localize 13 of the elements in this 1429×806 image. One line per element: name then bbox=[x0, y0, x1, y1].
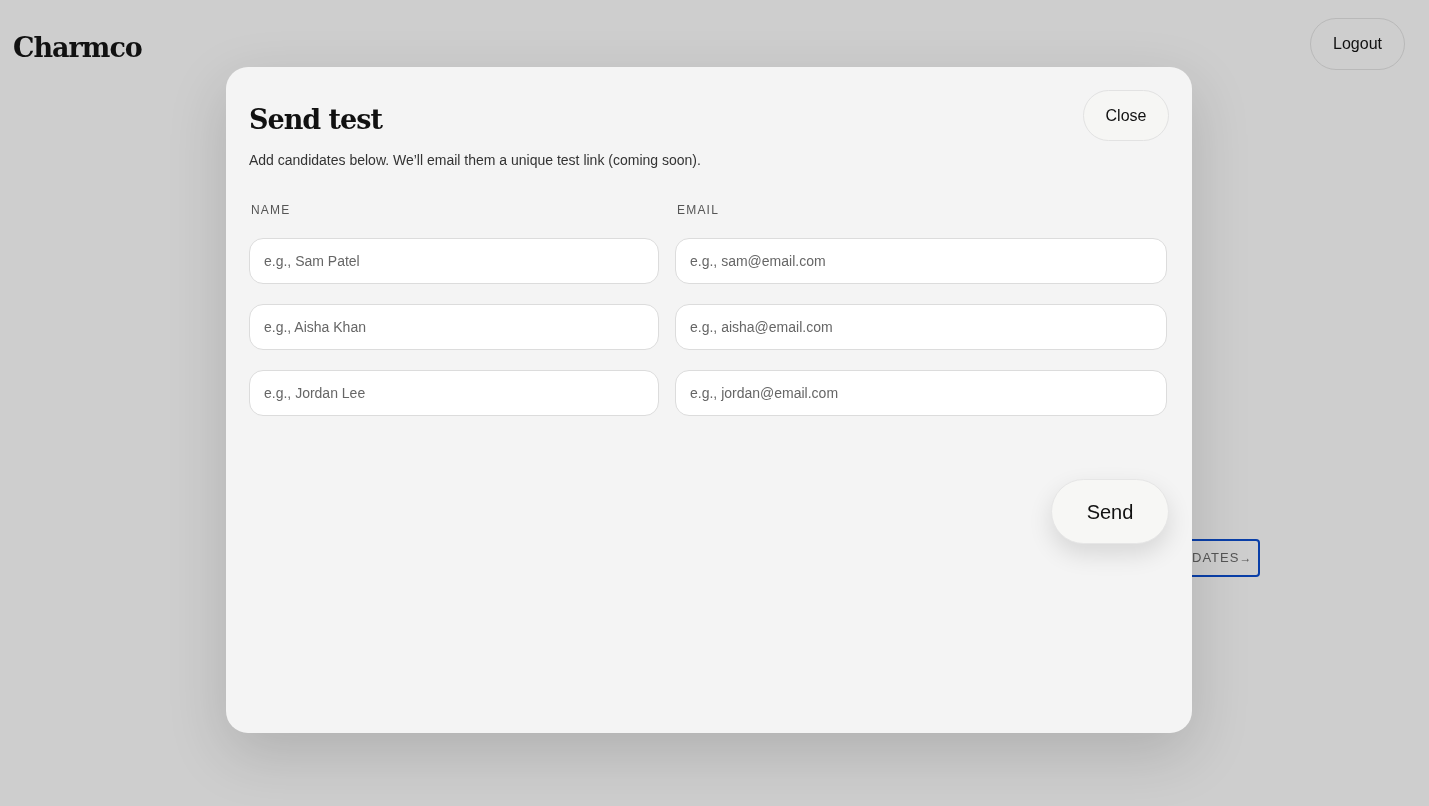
email-input[interactable]: e.g., jordan@email.com bbox=[675, 370, 1167, 416]
name-input[interactable]: e.g., Jordan Lee bbox=[249, 370, 659, 416]
name-input[interactable]: e.g., Aisha Khan bbox=[249, 304, 659, 350]
send-button[interactable]: Send bbox=[1051, 479, 1169, 544]
name-input[interactable]: e.g., Sam Patel bbox=[249, 238, 659, 284]
close-button[interactable]: Close bbox=[1083, 90, 1169, 141]
column-label: NAME bbox=[250, 202, 291, 219]
logo: Charmco bbox=[13, 31, 142, 65]
column-label: EMAIL bbox=[676, 202, 719, 219]
email-input[interactable]: e.g., sam@email.com bbox=[675, 238, 1167, 284]
modal-title: Send test bbox=[249, 103, 382, 137]
email-input[interactable]: e.g., aisha@email.com bbox=[675, 304, 1167, 350]
modal-description: Add candidates below. We’ll email them a unique test link (coming soon). bbox=[249, 151, 702, 170]
